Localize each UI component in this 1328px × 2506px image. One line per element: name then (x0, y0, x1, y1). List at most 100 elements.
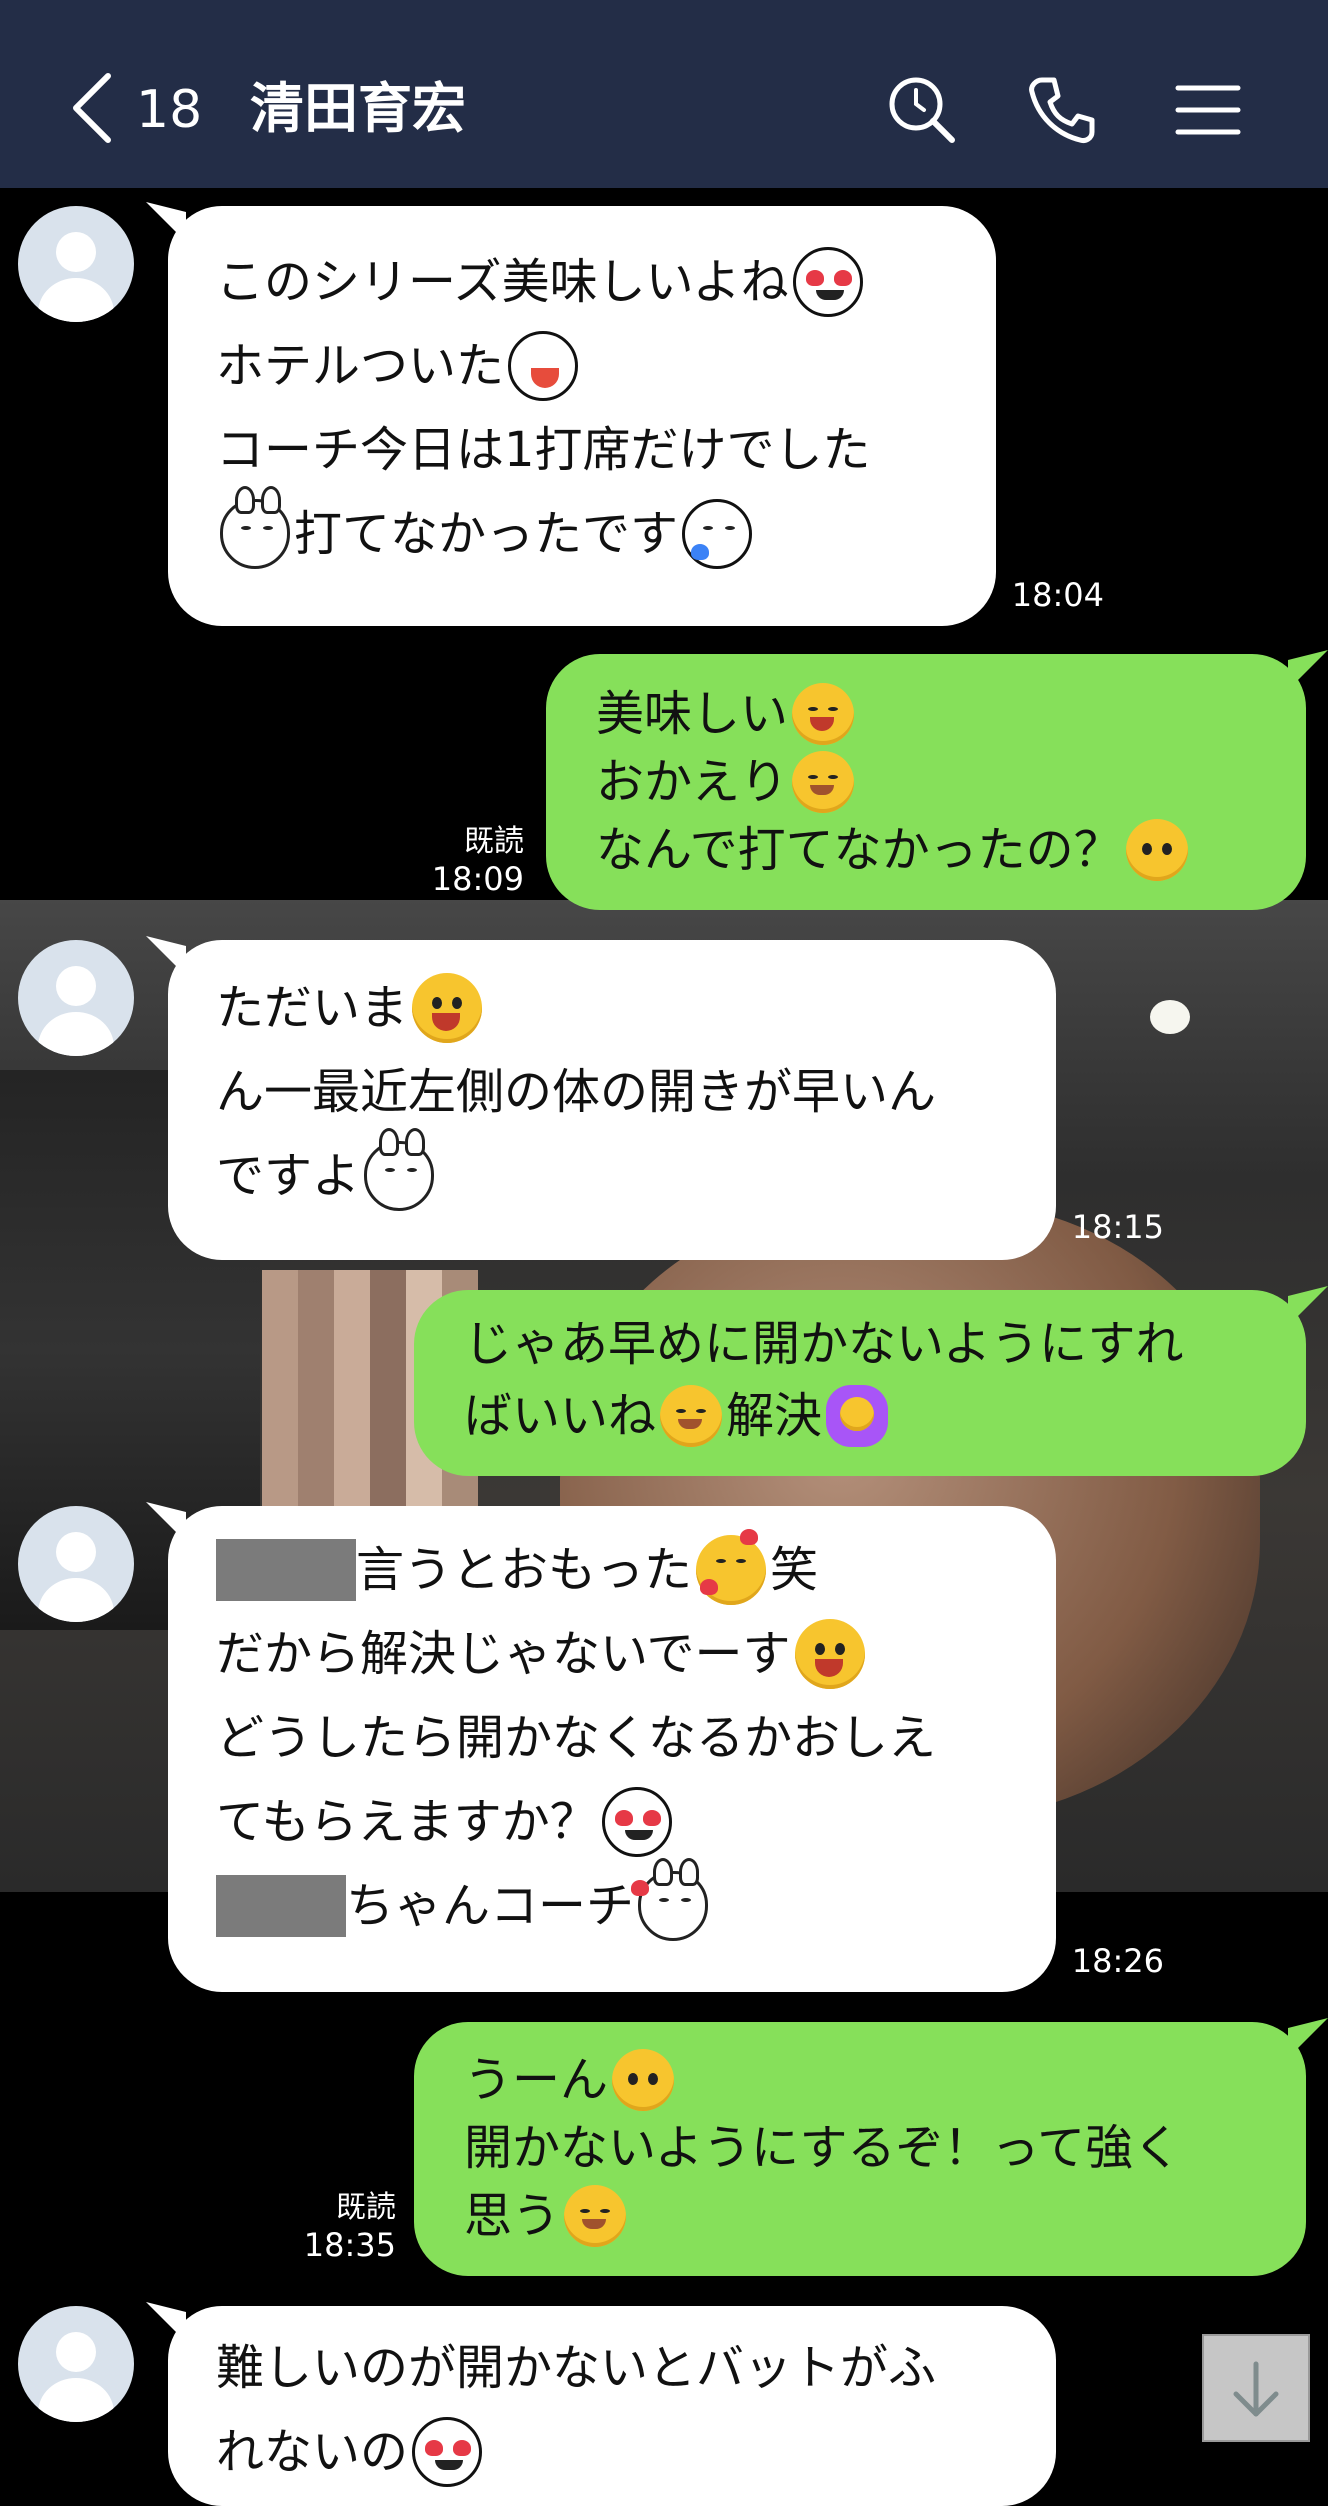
mosaic-tile (262, 1414, 298, 1450)
message-line: ばいいね 解決 (464, 1380, 1306, 1452)
mosaic-tile (334, 1414, 370, 1450)
message-time: 18:35 (303, 2226, 396, 2264)
message-line: 美味しい (596, 680, 1306, 748)
message-line: うーん (464, 2046, 1306, 2114)
message-line: このシリーズ美味しいよね (216, 240, 996, 324)
thinking-icon (1125, 819, 1188, 881)
bubble-tail (1288, 650, 1328, 690)
thinking-icon (612, 2049, 675, 2111)
avatar[interactable] (18, 1506, 134, 1622)
message-line: れないの (216, 2410, 1056, 2494)
bubble-tail (146, 1502, 186, 1542)
avatar[interactable] (18, 206, 134, 322)
mosaic-tile (298, 1414, 334, 1450)
mosaic-tile (262, 1306, 298, 1342)
message-line: 難しいのが開かないとバットがふ (216, 2340, 937, 2396)
mosaic-tile (334, 1342, 370, 1378)
message-line: おかえり (596, 748, 1306, 816)
mosaic-tile (298, 1306, 334, 1342)
sleepy-icon (682, 499, 753, 569)
message-time: 18:09 (431, 860, 524, 898)
message-line: ホテルついた (216, 324, 996, 408)
mosaic-tile (370, 1306, 406, 1342)
bubble-tail (146, 936, 186, 976)
heart-eyes-icon (601, 1787, 672, 1857)
ok-gesture-icon (826, 1385, 889, 1447)
message-line: なんで打てなかったの？ (596, 816, 1306, 884)
message-bubble-incoming[interactable]: 難しいのが開かないとバットがふ れないの (146, 2302, 1056, 2506)
hearts-face-icon (696, 1529, 767, 1605)
mosaic-tile (298, 1378, 334, 1414)
message-bubble-incoming[interactable]: 言うとおもった 笑 だから解決じゃないでーす どうしたら開かなくなるかおしえ て… (146, 1502, 1056, 1992)
grin-icon (412, 973, 483, 1043)
message-line: 言うとおもった 笑 (216, 1528, 1056, 1612)
mosaic-tile (370, 1450, 406, 1486)
message-bubble-incoming[interactable]: このシリーズ美味しいよね ホテルついた コーチ今日は1打席だけでした 打てなかっ… (146, 202, 996, 626)
message-line: ん一最近左側の体の開きが早いん (216, 1064, 937, 1120)
bubble-tail (146, 2302, 186, 2342)
bubble-tail (146, 202, 186, 242)
message-time: 18:26 (1071, 1942, 1164, 1980)
mosaic-tile (298, 1342, 334, 1378)
bubble-tail (1288, 2018, 1328, 2058)
avatar[interactable] (18, 940, 134, 1056)
read-receipt: 既読 (464, 824, 524, 859)
heart-eyes-icon (412, 2417, 483, 2487)
bunny-kiss-icon (631, 1858, 709, 1941)
mosaic-tile (370, 1414, 406, 1450)
yum-icon (792, 683, 855, 745)
message-bubble-outgoing[interactable]: 美味しい おかえり なんで打てなかったの？ (546, 650, 1328, 910)
mosaic-tile (334, 1450, 370, 1486)
bunny-icon (220, 486, 290, 569)
chevron-left-icon[interactable] (70, 72, 114, 144)
arrow-down-icon (1233, 2361, 1279, 2417)
message-bubble-outgoing[interactable]: じゃあ早めに開かないようにすれ ばいいね 解決 (414, 1286, 1328, 1476)
message-line: だから解決じゃないでーす (216, 1612, 1056, 1696)
grin-icon (794, 1619, 865, 1689)
message-time: 18:15 (1071, 1208, 1164, 1246)
mosaic-tile (262, 1378, 298, 1414)
mosaic-tile (370, 1270, 406, 1306)
message-line: ただいま (216, 966, 1056, 1050)
chat-title: 清田育宏 (250, 77, 466, 140)
laughing-icon (508, 331, 579, 401)
search-icon[interactable] (886, 74, 958, 146)
smile-icon (660, 1385, 723, 1447)
mosaic-tile (370, 1342, 406, 1378)
mosaic-tile (298, 1450, 334, 1486)
avatar[interactable] (18, 2306, 134, 2422)
message-line: 思う (464, 2182, 1306, 2250)
unread-count[interactable]: 18 (136, 78, 202, 142)
mosaic-tile (334, 1378, 370, 1414)
message-line: ちゃんコーチ (216, 1858, 1056, 1948)
mosaic-tile (370, 1378, 406, 1414)
smile-icon (564, 2185, 627, 2247)
message-time: 18:04 (1011, 576, 1104, 614)
bunny-icon (364, 1128, 435, 1211)
message-line: 開かないようにするぞ！って強く (464, 2120, 1182, 2176)
redacted-name (216, 1539, 356, 1601)
mosaic-tile (262, 1270, 298, 1306)
mosaic-tile (334, 1306, 370, 1342)
message-bubble-incoming[interactable]: ただいま ん一最近左側の体の開きが早いん ですよ (146, 936, 1056, 1260)
scroll-to-bottom-button[interactable] (1202, 2334, 1310, 2442)
mosaic-tile (262, 1342, 298, 1378)
background-light (1150, 1000, 1190, 1034)
mosaic-tile (262, 1450, 298, 1486)
mosaic-tile (334, 1270, 370, 1306)
mosaic-tile (298, 1270, 334, 1306)
message-line: ですよ (216, 1128, 1056, 1218)
chat-header: 18 清田育宏 (0, 0, 1328, 188)
hamburger-menu-icon[interactable] (1172, 74, 1244, 146)
message-line: てもらえますか？ (216, 1780, 1056, 1864)
message-line: どうしたら開かなくなるかおしえ (216, 1710, 937, 1766)
phone-icon[interactable] (1026, 74, 1098, 146)
smile-icon (792, 751, 855, 813)
message-line: コーチ今日は1打席だけでした (216, 422, 871, 478)
bubble-tail (1288, 1286, 1328, 1326)
redacted-name (216, 1875, 346, 1937)
heart-eyes-icon (792, 247, 863, 317)
message-bubble-outgoing[interactable]: うーん 開かないようにするぞ！って強く 思う (414, 2018, 1328, 2276)
read-receipt: 既読 (336, 2190, 396, 2225)
message-line: 打てなかったです (216, 486, 996, 576)
